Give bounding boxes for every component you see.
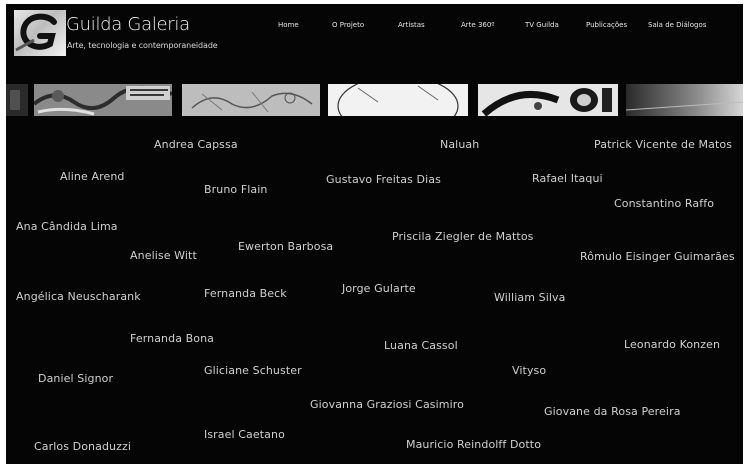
artist-link[interactable]: Ewerton Barbosa: [238, 240, 333, 253]
artist-link[interactable]: Andrea Capssa: [154, 138, 238, 151]
artist-link[interactable]: Gliciane Schuster: [204, 364, 302, 377]
artist-link[interactable]: Priscila Ziegler de Mattos: [392, 230, 534, 243]
artist-link[interactable]: Mauricio Reindolff Dotto: [406, 438, 541, 451]
artist-link[interactable]: Ana Cândida Lima: [16, 220, 118, 233]
artist-link[interactable]: Rômulo Eisinger Guimarães: [580, 250, 735, 263]
artist-link[interactable]: Gustavo Freitas Dias: [326, 173, 441, 186]
page-frame: Guilda Galeria Arte, tecnologia e contem…: [6, 4, 743, 464]
artist-link[interactable]: Carlos Donaduzzi: [34, 440, 131, 453]
artist-link[interactable]: Daniel Signor: [38, 372, 113, 385]
artist-link[interactable]: Constantino Raffo: [614, 197, 714, 210]
artist-link[interactable]: William Silva: [494, 291, 565, 304]
artist-link[interactable]: Naluah: [440, 138, 479, 151]
artist-link[interactable]: Luana Cassol: [384, 339, 458, 352]
artist-link[interactable]: Angélica Neuscharank: [16, 290, 141, 303]
artist-link[interactable]: Fernanda Beck: [204, 287, 287, 300]
artist-link[interactable]: Anelise Witt: [130, 249, 197, 262]
artist-list: Andrea Capssa Naluah Patrick Vicente de …: [6, 4, 743, 464]
artist-link[interactable]: Israel Caetano: [204, 428, 285, 441]
artist-link[interactable]: Rafael Itaqui: [532, 172, 603, 185]
artist-link[interactable]: Aline Arend: [60, 170, 125, 183]
artist-link[interactable]: Leonardo Konzen: [624, 338, 720, 351]
artist-link[interactable]: Fernanda Bona: [130, 332, 214, 345]
artist-link[interactable]: Patrick Vicente de Matos: [594, 138, 732, 151]
artist-link[interactable]: Bruno Flain: [204, 183, 268, 196]
artist-link[interactable]: Jorge Gularte: [342, 282, 416, 295]
artist-link[interactable]: Giovanna Graziosi Casimiro: [310, 398, 464, 411]
artist-link[interactable]: Giovane da Rosa Pereira: [544, 405, 681, 418]
artist-link[interactable]: Vityso: [512, 364, 546, 377]
